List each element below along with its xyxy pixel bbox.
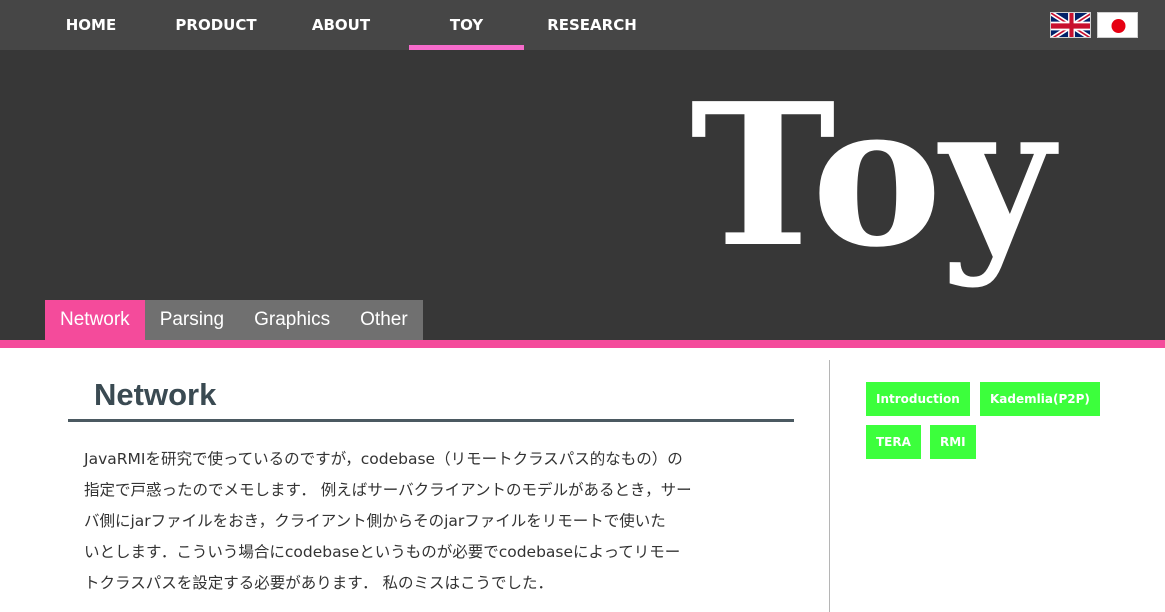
tag-tera[interactable]: TERA [866,425,921,459]
hero-accent-bar [0,340,1165,348]
top-navigation: HOME PRODUCT ABOUT TOY RESEARCH [0,0,1165,50]
article-line: いとします．こういう場合にcodebaseというものが必要でcodebaseによ… [84,543,681,561]
article-line: JavaRMIを研究で使っているのですが，codebase（リモートクラスパス的… [84,450,683,468]
nav-product[interactable]: PRODUCT [163,0,269,50]
nav-about[interactable]: ABOUT [296,0,386,50]
tag-kademlia[interactable]: Kademlia(P2P) [980,382,1100,416]
article-body: JavaRMIを研究で使っているのですが，codebase（リモートクラスパス的… [84,444,784,599]
section-divider [68,419,794,422]
tab-parsing[interactable]: Parsing [144,300,240,340]
section-title: Network [94,377,217,412]
article-line: バ側にjarファイルをおき，クライアント側からそのjarファイルをリモートで使い… [84,512,666,530]
hero-title: Toy [690,61,1054,291]
column-divider [829,360,830,612]
article-line: トクラスパスを設定する必要があります． 私のミスはこうでした． [84,574,553,592]
tab-other[interactable]: Other [345,300,423,340]
hero-banner: Toy Network Parsing Graphics Other [0,50,1165,340]
japan-flag-icon[interactable] [1097,12,1138,38]
nav-toy[interactable]: TOY [409,0,524,50]
tag-rmi[interactable]: RMI [930,425,976,459]
nav-home[interactable]: HOME [46,0,136,50]
nav-research[interactable]: RESEARCH [537,0,647,50]
category-tabs: Network Parsing Graphics Other [45,300,423,340]
tag-introduction[interactable]: Introduction [866,382,970,416]
tab-network[interactable]: Network [45,300,145,340]
uk-flag-icon[interactable] [1050,12,1091,38]
article-line: 指定で戸惑ったのでメモします． 例えばサーバクライアントのモデルがあるとき，サー [84,481,692,499]
tab-graphics[interactable]: Graphics [239,300,346,340]
